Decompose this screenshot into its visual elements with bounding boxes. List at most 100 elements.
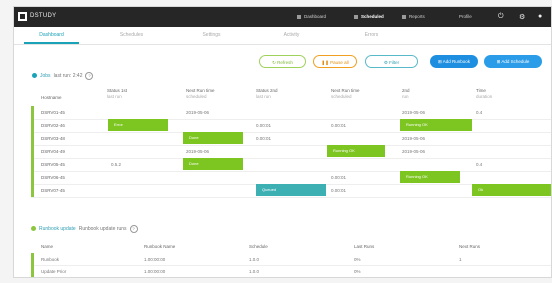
col-sub: scheduled [186, 93, 207, 99]
row-cell: 0.00:01 [256, 123, 272, 128]
col-header: Name [41, 244, 54, 249]
col-sub: run [402, 93, 409, 99]
row-indicator [31, 132, 34, 145]
row-hostname: DSRV02-46 [41, 123, 65, 128]
status-block[interactable]: Running OK [400, 171, 460, 183]
col-header: Next Runs [459, 244, 481, 249]
col-header: Next Run time scheduled [186, 88, 215, 99]
section-subtitle: Runbook update runs [78, 226, 127, 232]
table-row[interactable]: Update Prior 1.00:00:00 1.0.0 0% [31, 265, 551, 277]
help-icon[interactable]: ? [85, 72, 94, 80]
row-cell: 0.5.2 [111, 162, 122, 167]
user-icon[interactable]: ● [538, 13, 542, 20]
nav-profile[interactable]: Profile [459, 14, 472, 19]
section-title: Jobs [40, 73, 51, 79]
table-row[interactable]: DSRV02-46 Error 0.00:01 0.00:01 Running … [31, 119, 551, 133]
tab-bar: Dashboard Schedules Settings Activity Er… [14, 27, 551, 45]
row-indicator [31, 145, 34, 158]
col-sub: scheduled [331, 93, 352, 99]
row-indicator [31, 158, 34, 171]
row-cell: 2019-05-06 [402, 149, 426, 154]
add-schedule-label: Add Schedule [501, 59, 530, 64]
refresh-label: Refresh [277, 60, 293, 65]
col-header: Hostname [41, 95, 62, 101]
filter-button[interactable]: ⚙ Filter [365, 55, 418, 68]
col-header: Schedule [249, 244, 268, 249]
row-cell: 2019-05-06 [186, 110, 210, 115]
row-cell: 1.0.0 [249, 269, 260, 274]
status-block[interactable]: Queued [256, 184, 326, 196]
row-cell: 2019-05-06 [402, 136, 426, 141]
row-cell: 1.0.0 [249, 257, 260, 262]
col-title: 2nd [402, 88, 410, 93]
row-hostname: DSRV07-45 [41, 188, 65, 193]
row-cell: 0.4 [476, 110, 483, 115]
top-bar: DSTUDY Dashboard Scheduled Reports Profi… [14, 7, 551, 27]
row-indicator [31, 184, 34, 197]
row-indicator [31, 171, 34, 184]
add-schedule-button[interactable]: ⊞ Add Schedule [484, 55, 542, 68]
nav-scheduled[interactable]: Scheduled [354, 14, 384, 19]
row-cell: 2019-05-06 [186, 149, 210, 154]
row-cell: 0.00:01 [331, 175, 347, 180]
status-block[interactable]: Done [183, 132, 243, 144]
row-indicator [31, 253, 34, 265]
tab-dashboard[interactable]: Dashboard [24, 31, 79, 44]
row-cell: 1 [459, 257, 462, 262]
col-header: Last Runs [354, 244, 375, 249]
help-icon[interactable]: ? [129, 225, 138, 233]
dashboard-icon [297, 14, 301, 19]
nav-reports[interactable]: Reports [402, 14, 425, 19]
col-title: Status 1st [107, 88, 128, 93]
table-row[interactable]: DSRV05-45 0.5.2 Done 0.4 [31, 158, 551, 172]
status-block[interactable]: Running OK [400, 119, 472, 131]
row-indicator [31, 106, 34, 119]
nav-label: Dashboard [304, 14, 327, 19]
add-runbook-button[interactable]: ⊞ Add Runbook [430, 55, 478, 68]
row-cell: 2019-05-06 [402, 110, 426, 115]
col-header: Next Run time scheduled [331, 88, 360, 99]
row-hostname: DSRV04-49 [41, 149, 65, 154]
status-block[interactable]: Running OK [327, 145, 385, 157]
calendar-icon [354, 14, 358, 19]
tab-activity[interactable]: Activity [264, 31, 319, 44]
status-block[interactable]: Ok [472, 184, 551, 196]
row-indicator [31, 265, 34, 277]
tab-settings[interactable]: Settings [184, 31, 239, 44]
col-title: Next Run time [331, 88, 360, 93]
status-block[interactable]: Error [108, 119, 168, 131]
refresh-button[interactable]: ↻ Refresh [259, 55, 306, 68]
row-hostname: DSRV06-45 [41, 175, 65, 180]
row-hostname: DSRV01-45 [41, 110, 65, 115]
nav-label: Reports [409, 14, 425, 19]
status-block[interactable]: Done [183, 158, 243, 170]
pause-button[interactable]: ❚❚ Pause all [313, 55, 357, 68]
section-subtitle: last run: 2:42 [53, 73, 83, 79]
row-cell: 0% [354, 269, 361, 274]
col-sub: last run [256, 93, 271, 99]
table-row[interactable]: DSRV07-45 Queued 0.00:01 Ok [31, 184, 551, 198]
row-cell: Update Prior [41, 269, 67, 274]
nav-dashboard[interactable]: Dashboard [297, 14, 326, 19]
brand-name: DSTUDY [30, 13, 57, 19]
app-window: DSTUDY Dashboard Scheduled Reports Profi… [13, 6, 552, 278]
gear-icon[interactable]: ⚙ [519, 13, 525, 21]
nav-label: Scheduled [361, 14, 384, 19]
row-cell: 1.00:00:00 [144, 269, 166, 274]
col-header: 2nd run [402, 88, 410, 99]
runbook-section-header: Runbook update Runbook update runs? [31, 225, 138, 233]
row-cell: 0.00:01 [331, 188, 347, 193]
row-hostname: DSRV03-48 [41, 136, 65, 141]
table-row[interactable]: DSRV03-48 Done 0.00:01 2019-05-06 [31, 132, 551, 146]
add-runbook-label: Add Runbook [442, 59, 471, 64]
filter-label: Filter [389, 60, 400, 65]
tab-errors[interactable]: Errors [344, 31, 399, 44]
tab-schedules[interactable]: Schedules [104, 31, 159, 44]
power-icon[interactable]: ⏻ [498, 13, 504, 21]
table-row[interactable]: DSRV04-49 2019-05-06 Running OK 2019-05-… [31, 145, 551, 159]
row-indicator [31, 119, 34, 132]
col-header: Runbook Name [144, 244, 176, 249]
nav-label: Profile [459, 14, 472, 19]
table-row[interactable]: DSRV06-45 0.00:01 Running OK [31, 171, 551, 185]
table-row[interactable]: DSRV01-45 2019-05-06 2019-05-06 0.4 [31, 106, 551, 120]
